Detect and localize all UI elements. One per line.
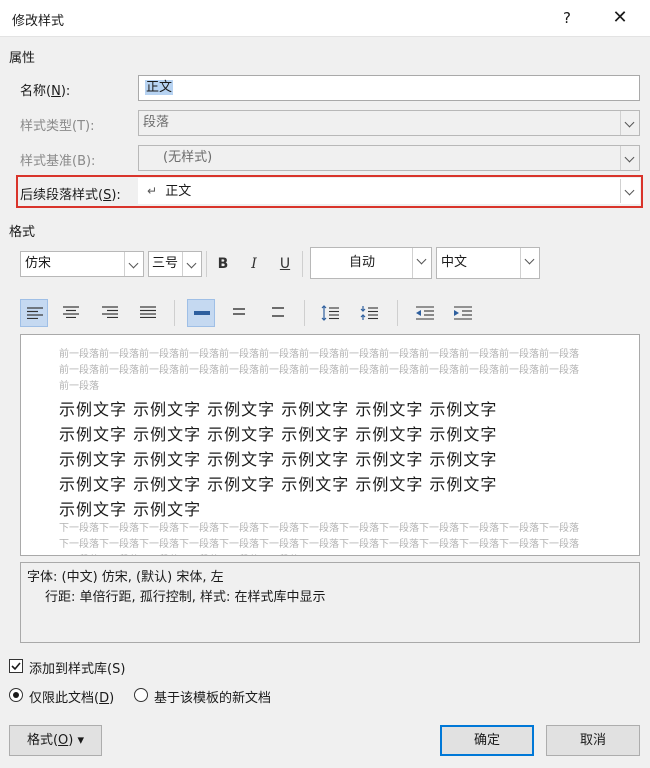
cancel-button[interactable]: 取消	[546, 725, 640, 756]
font-size-value: 三号	[152, 256, 179, 271]
add-to-gallery-checkbox[interactable]	[9, 659, 23, 673]
next-style-select[interactable]: ↵ 正文	[138, 178, 640, 204]
next-style-label: 后续段落样式(S):	[20, 188, 121, 203]
line-spacing-single-icon[interactable]	[187, 299, 215, 327]
this-document-only-label[interactable]: 仅限此文档(D)	[29, 687, 114, 706]
toolbar-divider	[302, 251, 303, 277]
line-spacing-double-icon[interactable]	[264, 299, 292, 327]
this-document-only-radio[interactable]	[9, 688, 23, 702]
sample-line: 示例文字 示例文字 示例文字 示例文字 示例文字 示例文字	[59, 425, 498, 444]
preview-previous-paragraph: 前一段落前一段落前一段落前一段落前一段落前一段落前一段落前一段落前一段落前一段落…	[59, 349, 579, 392]
preview-sample-text: 示例文字 示例文字 示例文字 示例文字 示例文字 示例文字 示例文字 示例文字 …	[59, 397, 619, 522]
align-left-icon[interactable]	[20, 299, 48, 327]
add-to-gallery-label[interactable]: 添加到样式库(S)	[29, 658, 125, 677]
style-type-label: 样式类型(T):	[20, 119, 95, 134]
paragraph-spacing-decrease-icon[interactable]	[355, 299, 383, 327]
chevron-down-icon	[520, 248, 539, 278]
name-input[interactable]: 正文	[138, 75, 640, 101]
line-spacing-onehalf-icon[interactable]	[225, 299, 253, 327]
script-select[interactable]: 中文	[436, 247, 540, 279]
style-type-value: 段落	[143, 115, 170, 130]
italic-button[interactable]: I	[241, 251, 267, 277]
new-documents-label[interactable]: 基于该模板的新文档	[154, 687, 271, 706]
bold-button[interactable]: B	[210, 251, 236, 277]
script-value: 中文	[441, 255, 468, 270]
indent-increase-icon[interactable]	[449, 299, 477, 327]
style-based-on-select: (无样式)	[138, 145, 640, 171]
name-value: 正文	[145, 80, 174, 95]
font-select[interactable]: 仿宋	[20, 251, 144, 277]
chevron-down-icon	[620, 146, 639, 170]
style-preview: 前一段落前一段落前一段落前一段落前一段落前一段落前一段落前一段落前一段落前一段落…	[20, 334, 640, 556]
paragraph-spacing-increase-icon[interactable]	[316, 299, 344, 327]
chevron-down-icon: ▾	[77, 733, 85, 748]
font-value: 仿宋	[25, 256, 52, 271]
new-documents-radio[interactable]	[134, 688, 148, 702]
style-description: 字体: (中文) 仿宋, (默认) 宋体, 左 行距: 单倍行距, 孤行控制, …	[20, 562, 640, 643]
dialog-title: 修改样式	[12, 14, 65, 29]
next-style-value: 正文	[165, 184, 192, 199]
chevron-down-icon[interactable]	[620, 179, 639, 203]
description-line: 字体: (中文) 仿宋, (默认) 宋体, 左	[27, 570, 224, 585]
indent-decrease-icon[interactable]	[411, 299, 439, 327]
return-arrow-icon: ↵	[147, 184, 158, 198]
chevron-down-icon	[124, 252, 143, 276]
style-based-on-value: (无样式)	[163, 150, 213, 165]
title-bar: 修改样式 ? ✕	[0, 0, 650, 36]
preview-next-paragraph: 下一段落下一段落下一段落下一段落下一段落下一段落下一段落下一段落下一段落下一段落…	[59, 523, 579, 550]
checkbox-checked-icon	[11, 662, 21, 671]
sample-line: 示例文字 示例文字	[59, 500, 202, 519]
font-color-value: 自动	[348, 255, 375, 270]
toolbar-divider	[304, 300, 305, 326]
style-type-select: 段落	[138, 110, 640, 136]
chevron-down-icon	[620, 111, 639, 135]
font-size-select[interactable]: 三号	[148, 251, 202, 277]
font-color-select[interactable]: 自动	[310, 247, 432, 279]
toolbar-divider	[206, 251, 207, 277]
properties-section-label: 属性	[9, 51, 36, 66]
underline-button[interactable]: U	[272, 251, 298, 277]
sample-line: 示例文字 示例文字 示例文字 示例文字 示例文字 示例文字	[59, 450, 498, 469]
name-label: 名称(N):	[20, 84, 71, 99]
description-line: 行距: 单倍行距, 孤行控制, 样式: 在样式库中显示	[45, 590, 326, 605]
align-center-icon[interactable]	[57, 299, 85, 327]
sample-line: 示例文字 示例文字 示例文字 示例文字 示例文字 示例文字	[59, 475, 498, 494]
ok-button[interactable]: 确定	[440, 725, 534, 756]
toolbar-divider	[397, 300, 398, 326]
sample-line: 示例文字 示例文字 示例文字 示例文字 示例文字 示例文字	[59, 400, 498, 419]
close-icon[interactable]: ✕	[605, 6, 635, 30]
help-icon[interactable]: ?	[552, 6, 582, 30]
format-section-label: 格式	[9, 225, 36, 240]
chevron-down-icon	[412, 248, 431, 278]
align-right-icon[interactable]	[96, 299, 124, 327]
style-based-on-label: 样式基准(B):	[20, 154, 96, 169]
toolbar-divider	[174, 300, 175, 326]
format-menu-button[interactable]: 格式(O) ▾	[9, 725, 102, 756]
justify-icon[interactable]	[134, 299, 162, 327]
chevron-down-icon	[182, 252, 201, 276]
